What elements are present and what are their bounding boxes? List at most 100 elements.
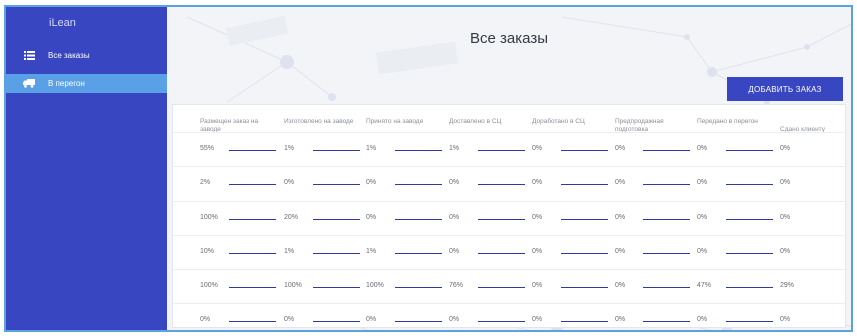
sidebar-item-transfer[interactable]: В перегон — [6, 74, 167, 93]
main-content: Все заказы ДОБАВИТЬ ЗАКАЗ Размещен заказ… — [167, 7, 851, 330]
progress-value: 0% — [284, 179, 295, 186]
sidebar: iLean Все заказы В перегон — [6, 7, 167, 330]
stage-connector-line — [478, 184, 525, 185]
progress-value: 0% — [449, 214, 460, 221]
stage-connector-line — [395, 253, 442, 254]
stage-connector-line — [313, 150, 360, 151]
table-row[interactable]: 0% 0% 0% 0% 0% 0% 0% 0% — [173, 303, 845, 330]
progress-value: 100% — [200, 282, 218, 289]
stage-connector-line — [726, 219, 773, 220]
progress-value: 0% — [780, 248, 791, 255]
progress-value: 0% — [615, 214, 626, 221]
progress-value: 0% — [532, 282, 543, 289]
stage-connector-line — [643, 219, 690, 220]
list-icon — [23, 51, 35, 61]
progress-value: 0% — [200, 316, 211, 323]
stage-connector-line — [561, 321, 608, 322]
stage-connector-line — [229, 219, 276, 220]
progress-value: 0% — [532, 214, 543, 221]
progress-value: 1% — [366, 248, 377, 255]
stage-connector-line — [561, 184, 608, 185]
progress-value: 0% — [780, 214, 791, 221]
stage-connector-line — [395, 287, 442, 288]
stage-connector-line — [313, 321, 360, 322]
stage-connector-line — [643, 287, 690, 288]
table-row[interactable]: 2% 0% 0% 0% 0% 0% 0% 0% — [173, 166, 845, 200]
progress-value: 0% — [615, 145, 626, 152]
progress-value: 1% — [366, 145, 377, 152]
column-header: Передано в перегон — [697, 118, 758, 125]
stage-connector-line — [395, 184, 442, 185]
progress-value: 0% — [532, 248, 543, 255]
stage-connector-line — [478, 321, 525, 322]
progress-value: 0% — [615, 316, 626, 323]
stage-connector-line — [478, 253, 525, 254]
table-row[interactable]: 100% 100% 100% 76% 0% 0% 47% 29% — [173, 269, 845, 303]
progress-value: 0% — [449, 316, 460, 323]
orders-table: Размещен заказ на заводе Изготовлено на … — [172, 104, 846, 328]
progress-value: 0% — [366, 214, 377, 221]
stage-connector-line — [726, 184, 773, 185]
stage-connector-line — [726, 287, 773, 288]
stage-connector-line — [643, 321, 690, 322]
stage-connector-line — [561, 287, 608, 288]
table-row[interactable]: 100% 20% 0% 0% 0% 0% 0% 0% — [173, 201, 845, 235]
stage-connector-line — [643, 184, 690, 185]
progress-value: 1% — [284, 145, 295, 152]
progress-value: 0% — [697, 145, 708, 152]
table-row[interactable]: 55% 1% 1% 1% 0% 0% 0% 0% — [173, 132, 845, 166]
column-header: Принято на заводе — [366, 118, 424, 125]
stage-connector-line — [395, 219, 442, 220]
stage-connector-line — [229, 287, 276, 288]
progress-value: 0% — [615, 282, 626, 289]
progress-value: 100% — [366, 282, 384, 289]
progress-value: 0% — [366, 179, 377, 186]
stage-connector-line — [229, 150, 276, 151]
progress-value: 100% — [200, 214, 218, 221]
column-header: Доработано в СЦ — [532, 118, 585, 125]
brand-logo: iLean — [49, 17, 76, 29]
stage-connector-line — [561, 253, 608, 254]
progress-value: 76% — [449, 282, 464, 289]
progress-value: 0% — [366, 316, 377, 323]
stage-connector-line — [643, 150, 690, 151]
add-order-button[interactable]: ДОБАВИТЬ ЗАКАЗ — [727, 77, 843, 101]
progress-value: 10% — [200, 248, 215, 255]
stage-connector-line — [726, 150, 773, 151]
stage-connector-line — [229, 321, 276, 322]
progress-value: 0% — [532, 145, 543, 152]
column-header: Доставлено в СЦ — [449, 118, 502, 125]
sidebar-item-label: Все заказы — [48, 51, 90, 60]
table-row[interactable]: 10% 1% 1% 0% 0% 0% 0% 0% — [173, 235, 845, 269]
progress-value: 0% — [284, 316, 295, 323]
progress-value: 0% — [615, 248, 626, 255]
progress-value: 0% — [697, 248, 708, 255]
sidebar-item-all-orders[interactable]: Все заказы — [6, 46, 167, 65]
app-window: iLean Все заказы В перегон Все заказы ДО… — [4, 5, 853, 332]
stage-connector-line — [726, 253, 773, 254]
stage-connector-line — [229, 184, 276, 185]
progress-value: 2% — [200, 179, 211, 186]
stage-connector-line — [478, 219, 525, 220]
stage-connector-line — [313, 287, 360, 288]
stage-connector-line — [313, 253, 360, 254]
progress-value: 0% — [780, 179, 791, 186]
progress-value: 20% — [284, 214, 299, 221]
progress-value: 1% — [284, 248, 295, 255]
sidebar-item-label: В перегон — [48, 79, 85, 88]
stage-connector-line — [395, 321, 442, 322]
progress-value: 0% — [449, 179, 460, 186]
truck-icon — [23, 79, 35, 89]
stage-connector-line — [478, 150, 525, 151]
progress-value: 0% — [780, 316, 791, 323]
progress-value: 0% — [532, 179, 543, 186]
progress-value: 0% — [697, 214, 708, 221]
progress-value: 55% — [200, 145, 215, 152]
progress-value: 0% — [780, 145, 791, 152]
progress-value: 0% — [449, 248, 460, 255]
progress-value: 0% — [615, 179, 626, 186]
page-title: Все заказы — [470, 30, 548, 47]
progress-value: 29% — [780, 282, 795, 289]
stage-connector-line — [313, 219, 360, 220]
progress-value: 0% — [697, 316, 708, 323]
